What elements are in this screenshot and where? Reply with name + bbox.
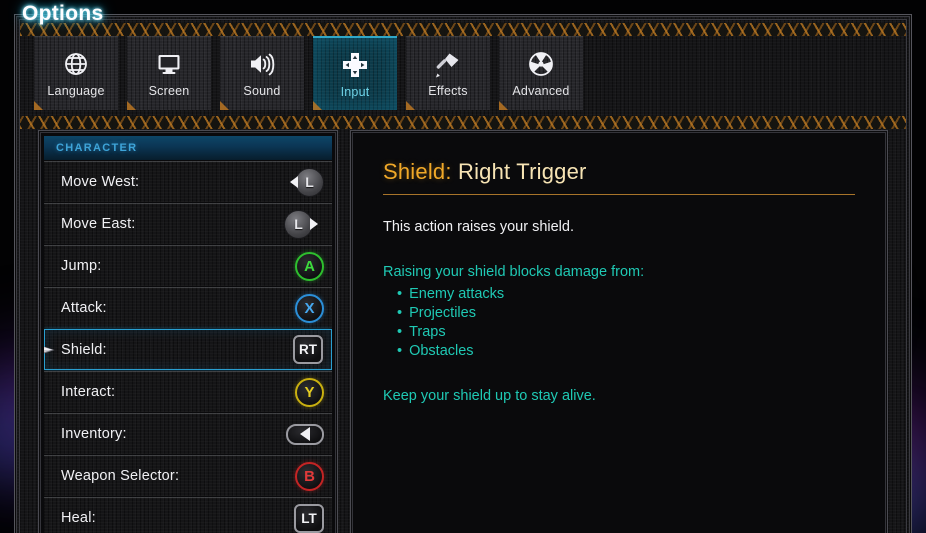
detail-title: Shield: Right Trigger (383, 159, 855, 185)
list-item: Projectiles (397, 304, 855, 323)
title-divider (383, 194, 855, 195)
tab-label: Screen (148, 84, 190, 98)
action-detail-panel: Shield: Right Trigger This action raises… (350, 130, 888, 533)
glyph-stick-left: L (284, 167, 324, 197)
glyph-trigger-rt: RT (293, 335, 323, 364)
glyph-text: LT (294, 503, 324, 533)
settings-tab-bar: Language Screen Sound Input Effects Adva… (20, 36, 906, 116)
selection-pointer-icon (44, 339, 57, 361)
glyph-text: L (295, 167, 324, 197)
binding-row-jump[interactable]: Jump: A (44, 245, 332, 286)
tab-screen[interactable]: Screen (127, 36, 211, 110)
binding-row-move-west[interactable]: Move West: L (44, 161, 332, 202)
binding-row-attack[interactable]: Attack: X (44, 287, 332, 328)
binding-label: Shield: (61, 341, 107, 358)
glyph-trigger-lt: LT (294, 503, 324, 533)
detail-action-name: Shield: (383, 159, 452, 184)
glyph-text: RT (293, 335, 323, 364)
tab-language[interactable]: Language (34, 36, 118, 110)
binding-label: Interact: (61, 384, 116, 400)
key-bindings-panel: CHARACTER Move West: L Move East: L Jump… (38, 130, 338, 533)
speaker-icon (245, 49, 279, 79)
glyph-button-y: Y (295, 377, 324, 407)
binding-label: Heal: (61, 510, 96, 526)
glyph-button-b: B (295, 461, 324, 491)
binding-label: Move East: (61, 216, 136, 232)
glyph-text: X (295, 293, 324, 323)
detail-binding-name: Right Trigger (457, 159, 587, 184)
binding-label: Inventory: (61, 426, 127, 442)
page-title: Options (22, 2, 104, 25)
glyph-button-a: A (295, 251, 324, 281)
detail-list-intro: Raising your shield blocks damage from: (383, 264, 645, 281)
detail-closing-note: Keep your shield up to stay alive. (383, 387, 596, 404)
binding-row-weapon-selector[interactable]: Weapon Selector: B (44, 455, 332, 496)
options-window-inner: Language Screen Sound Input Effects Adva… (19, 19, 907, 533)
binding-label: Move West: (61, 174, 140, 190)
tab-input[interactable]: Input (313, 36, 397, 110)
glyph-text: Y (295, 377, 324, 407)
binding-row-move-east[interactable]: Move East: L (44, 203, 332, 244)
binding-row-interact[interactable]: Interact: Y (44, 371, 332, 412)
monitor-icon (152, 49, 186, 79)
glyph-stick-right: L (284, 209, 324, 239)
binding-label: Jump: (61, 258, 102, 274)
dpad-icon (338, 50, 372, 80)
tab-label: Input (340, 84, 370, 99)
tab-label: Effects (428, 84, 468, 98)
tab-sound[interactable]: Sound (220, 36, 304, 110)
binding-row-shield[interactable]: Shield: RT (44, 329, 332, 370)
glyph-text: L (284, 209, 313, 239)
radiation-icon (524, 49, 558, 79)
glyph-text: A (295, 251, 324, 281)
tab-label: Language (47, 84, 105, 98)
action-detail-content: Shield: Right Trigger This action raises… (357, 137, 881, 533)
group-header-character: CHARACTER (44, 136, 332, 160)
list-item: Traps (397, 323, 855, 342)
detail-description: This action raises your shield. (383, 219, 574, 235)
binding-label: Weapon Selector: (61, 468, 180, 484)
decorative-chevron-band-top (20, 23, 906, 36)
globe-icon (59, 49, 93, 79)
binding-label: Attack: (61, 300, 107, 316)
tab-label: Sound (243, 84, 281, 98)
binding-row-heal[interactable]: Heal: LT (44, 497, 332, 533)
glyph-dpad-left (286, 423, 324, 445)
binding-row-inventory[interactable]: Inventory: (44, 413, 332, 454)
glyph-text: B (295, 461, 324, 491)
detail-bullet-list: Enemy attacks Projectiles Traps Obstacle… (397, 285, 855, 362)
list-item: Enemy attacks (397, 285, 855, 304)
glyph-button-x: X (295, 293, 324, 323)
list-item: Obstacles (397, 342, 855, 361)
decorative-chevron-band-middle (20, 116, 906, 129)
brush-icon (431, 49, 465, 79)
settings-content-area: CHARACTER Move West: L Move East: L Jump… (20, 130, 906, 533)
key-bindings-list: CHARACTER Move West: L Move East: L Jump… (44, 136, 332, 533)
options-window: Language Screen Sound Input Effects Adva… (14, 14, 912, 533)
tab-effects[interactable]: Effects (406, 36, 490, 110)
tab-label: Advanced (512, 84, 570, 98)
tab-advanced[interactable]: Advanced (499, 36, 583, 110)
